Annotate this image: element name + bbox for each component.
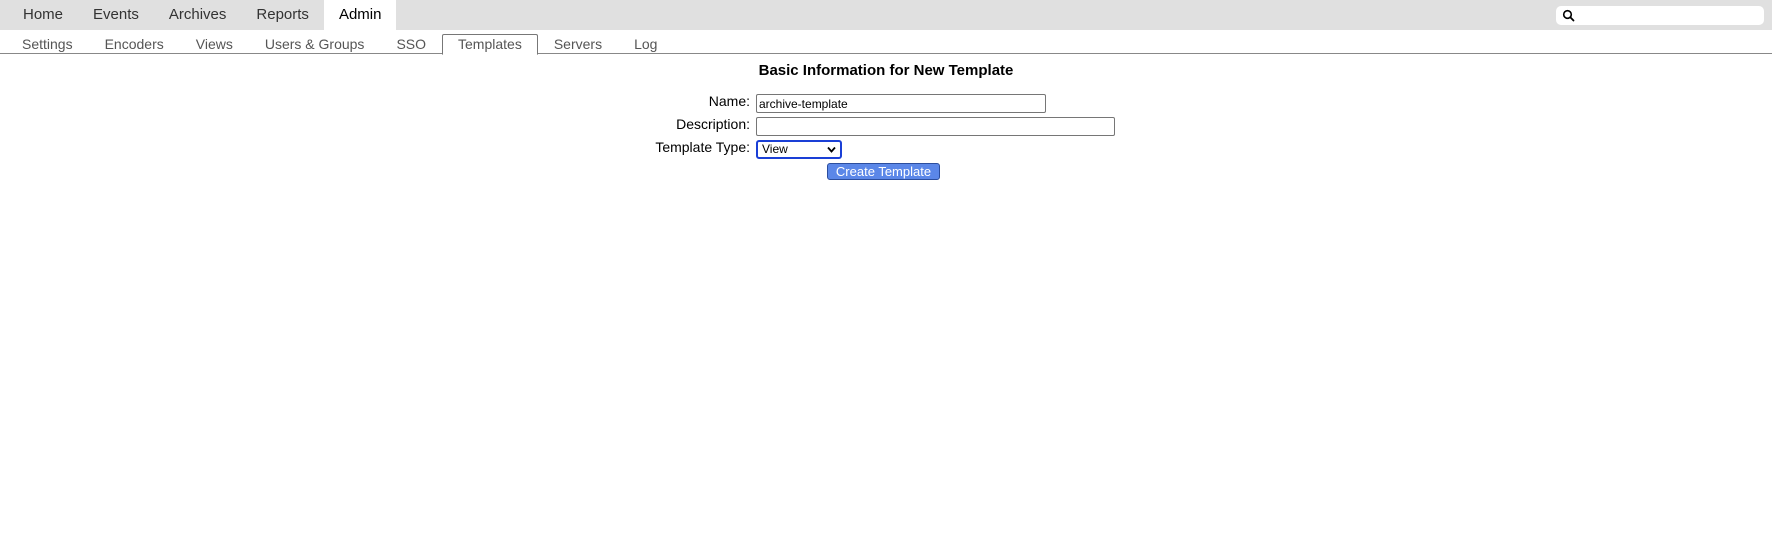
subtab-users-groups[interactable]: Users & Groups xyxy=(249,34,381,54)
chevron-down-icon xyxy=(827,146,836,153)
search-input[interactable] xyxy=(1580,7,1760,24)
tab-archives[interactable]: Archives xyxy=(154,0,242,30)
name-field[interactable] xyxy=(756,94,1046,113)
name-label: Name: xyxy=(708,93,750,109)
subtab-servers[interactable]: Servers xyxy=(538,34,618,54)
top-nav-bar: Home Events Archives Reports Admin xyxy=(0,0,1772,30)
create-template-button[interactable]: Create Template xyxy=(827,163,940,180)
tab-admin[interactable]: Admin xyxy=(323,0,397,30)
subtab-encoders[interactable]: Encoders xyxy=(89,34,180,54)
description-label: Description: xyxy=(676,116,750,132)
tab-home[interactable]: Home xyxy=(8,0,78,30)
template-type-label: Template Type: xyxy=(655,139,750,155)
search-box[interactable] xyxy=(1556,6,1764,25)
page-title: Basic Information for New Template xyxy=(758,62,1014,79)
subtab-log[interactable]: Log xyxy=(618,34,673,54)
subtab-templates[interactable]: Templates xyxy=(442,34,538,55)
search-icon xyxy=(1562,9,1575,22)
main-nav: Home Events Archives Reports Admin xyxy=(8,0,397,30)
template-type-value: View xyxy=(762,142,788,156)
subtab-sso[interactable]: SSO xyxy=(380,34,442,54)
subtab-views[interactable]: Views xyxy=(180,34,249,54)
description-field[interactable] xyxy=(756,117,1115,136)
template-type-select[interactable]: View xyxy=(756,140,842,159)
subtab-settings[interactable]: Settings xyxy=(6,34,89,54)
sub-nav-bar: Settings Encoders Views Users & Groups S… xyxy=(0,30,1772,55)
admin-sub-nav: Settings Encoders Views Users & Groups S… xyxy=(6,34,673,55)
tab-reports[interactable]: Reports xyxy=(241,0,324,30)
tab-events[interactable]: Events xyxy=(78,0,154,30)
